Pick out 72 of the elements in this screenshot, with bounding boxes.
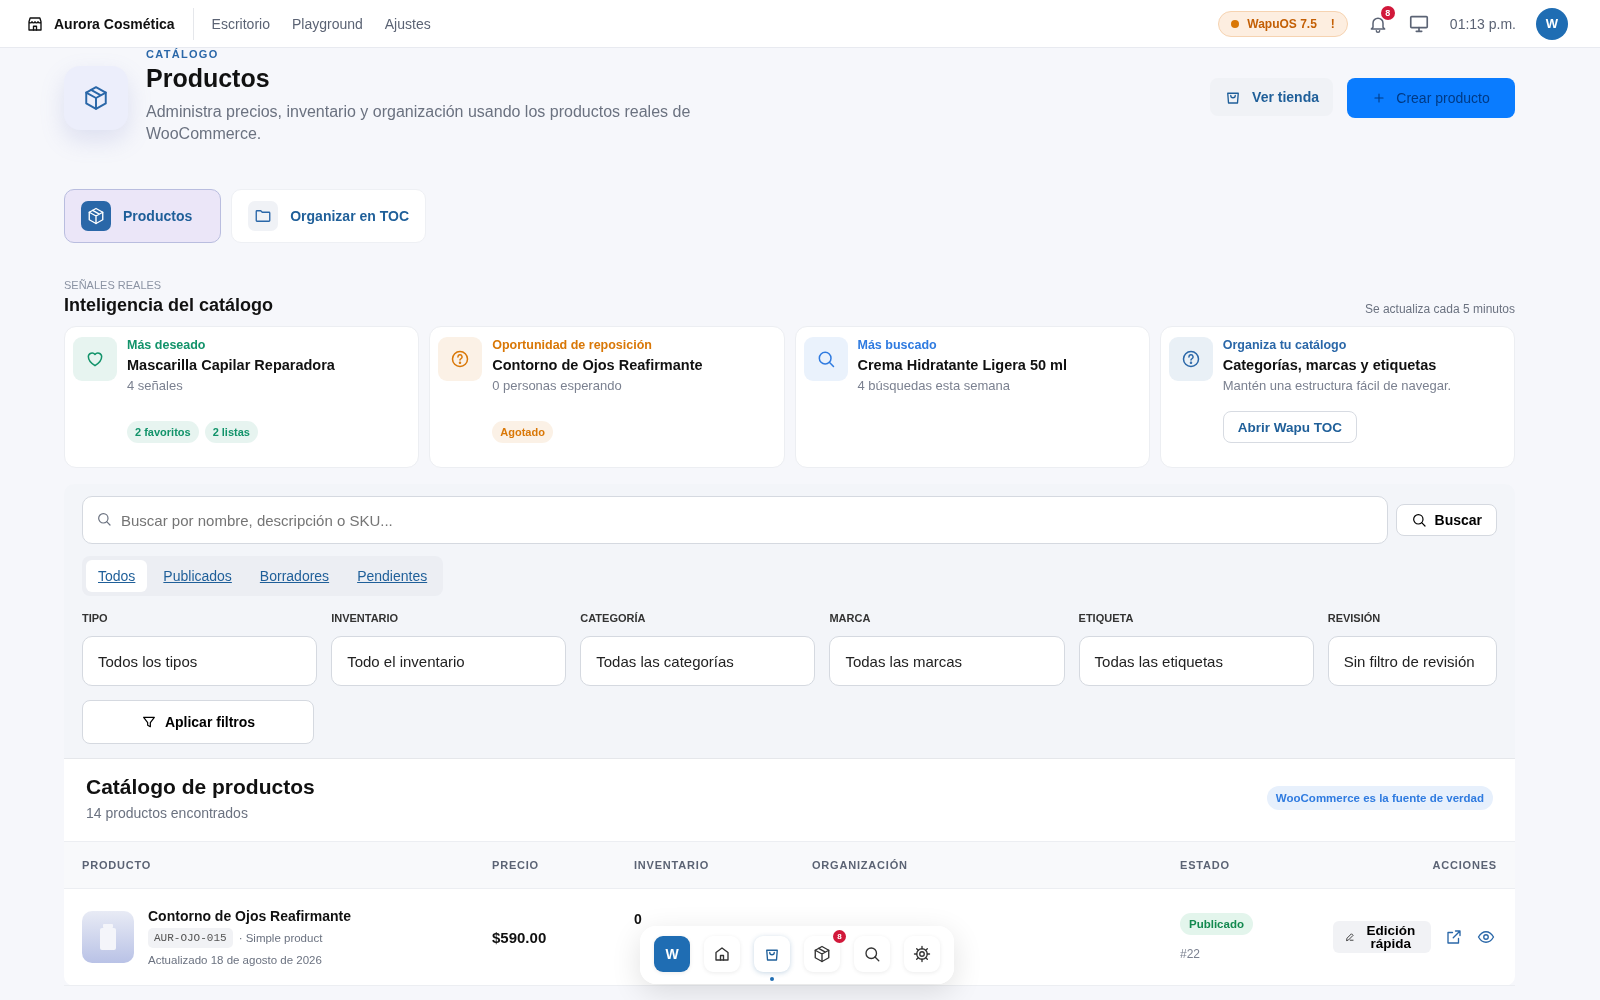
status-badge: Publicado bbox=[1180, 913, 1253, 935]
filter-label: REVISIÓN bbox=[1327, 612, 1382, 624]
card-detail: 4 señales bbox=[127, 378, 184, 393]
section-title: Inteligencia del catálogo bbox=[64, 295, 274, 316]
signal-tag: 2 favoritos bbox=[127, 421, 199, 443]
column-header: ACCIONES bbox=[1292, 841, 1515, 889]
quick-edit-button[interactable]: Edición rápida bbox=[1333, 921, 1431, 953]
card-title: Categorías, marcas y etiquetas bbox=[1222, 357, 1438, 373]
column-header: PRODUCTO bbox=[64, 841, 474, 889]
card-title: Contorno de Ojos Reafirmante bbox=[492, 357, 703, 373]
update-note: Se actualiza cada 5 minutos bbox=[1364, 302, 1515, 316]
nav-link[interactable]: Ajustes bbox=[384, 15, 431, 32]
notification-count: 8 bbox=[1380, 5, 1395, 20]
brand-name: Aurora Cosmética bbox=[54, 15, 175, 32]
updated-date: Actualizado 18 de agosto de 2026 bbox=[148, 954, 323, 966]
dock-badge: 8 bbox=[833, 930, 846, 943]
card-detail: 4 búsquedas esta semana bbox=[857, 378, 1011, 393]
search-field[interactable]: Buscar por nombre, descripción o SKU... bbox=[82, 496, 1388, 544]
nav-link[interactable]: Playground bbox=[291, 15, 363, 32]
section-eyebrow: SEÑALES REALES bbox=[64, 279, 163, 291]
column-header: ORGANIZACIÓN bbox=[794, 841, 1162, 889]
sku-code: AUR-OJO-015 bbox=[148, 928, 233, 948]
filter-select[interactable]: Todos los tipos bbox=[82, 636, 318, 686]
card-title: Crema Hidratante Ligera 50 ml bbox=[857, 357, 1068, 373]
column-header: ESTADO bbox=[1162, 841, 1292, 889]
card-label: Organiza tu catálogo bbox=[1222, 338, 1348, 352]
card-title: Mascarilla Capilar Reparadora bbox=[127, 357, 335, 373]
product-count: 14 productos encontrados bbox=[86, 805, 249, 821]
status-tab[interactable]: Todos bbox=[86, 560, 148, 592]
page-title: Productos bbox=[146, 64, 271, 93]
filter-select[interactable]: Sin filtro de revisión bbox=[1327, 636, 1497, 686]
filter-label: INVENTARIO bbox=[331, 612, 400, 624]
product-type: · Simple product bbox=[238, 932, 323, 944]
search-button[interactable]: Buscar bbox=[1395, 504, 1497, 536]
nav-link[interactable]: Escritorio bbox=[211, 15, 270, 32]
view-tab[interactable]: Organizar en TOC bbox=[231, 189, 426, 243]
filter-label: MARCA bbox=[829, 612, 872, 624]
filter-label: TIPO bbox=[82, 612, 109, 624]
card-label: Más deseado bbox=[127, 338, 207, 352]
product-name[interactable]: Contorno de Ojos Reafirmante bbox=[148, 908, 352, 924]
signal-tag: Agotado bbox=[492, 421, 553, 443]
app-logo[interactable]: W bbox=[654, 936, 690, 972]
section-eyebrow: CATÁLOGO bbox=[146, 48, 220, 60]
column-header: INVENTARIO bbox=[616, 841, 794, 889]
page-description: Administra precios, inventario y organización usando los productos reales de WooCommerce. bbox=[146, 102, 692, 144]
clock: 01:13 p.m. bbox=[1449, 15, 1516, 32]
product-id: #22 bbox=[1180, 947, 1201, 961]
filter-label: CATEGORÍA bbox=[580, 612, 647, 624]
status-tab[interactable]: Borradores bbox=[247, 560, 342, 592]
view-store-button[interactable]: Ver tienda bbox=[1210, 78, 1333, 116]
card-detail: 0 personas esperando bbox=[492, 378, 623, 393]
card-label: Oportunidad de reposición bbox=[492, 338, 653, 352]
filter-select[interactable]: Todas las etiquetas bbox=[1078, 636, 1314, 686]
apply-filters-button[interactable]: Aplicar filtros bbox=[82, 700, 314, 744]
source-badge: WooCommerce es la fuente de verdad bbox=[1266, 786, 1493, 810]
filter-select[interactable]: Todo el inventario bbox=[331, 636, 567, 686]
card-detail: Mantén una estructura fácil de navegar. bbox=[1222, 378, 1452, 393]
product-price: $590.00 bbox=[492, 928, 547, 946]
filter-label: ETIQUETA bbox=[1078, 612, 1135, 624]
view-tab[interactable]: Productos bbox=[64, 189, 222, 243]
inventory-value: 0 bbox=[634, 911, 642, 927]
signal-tag: 2 listas bbox=[204, 421, 258, 443]
column-header: PRECIO bbox=[474, 841, 616, 889]
status-tab[interactable]: Pendientes bbox=[345, 560, 440, 592]
filter-select[interactable]: Todas las marcas bbox=[829, 636, 1065, 686]
user-avatar[interactable]: W bbox=[1536, 7, 1568, 40]
catalog-title: Catálogo de productos bbox=[86, 775, 315, 799]
filter-select[interactable]: Todas las categorías bbox=[580, 636, 816, 686]
version-badge[interactable]: WapuOS 7.5 ! bbox=[1218, 10, 1348, 37]
open-toc-button[interactable]: Abrir Wapu TOC bbox=[1222, 411, 1357, 443]
card-label: Más buscado bbox=[857, 338, 938, 352]
status-tab[interactable]: Publicados bbox=[151, 560, 244, 592]
